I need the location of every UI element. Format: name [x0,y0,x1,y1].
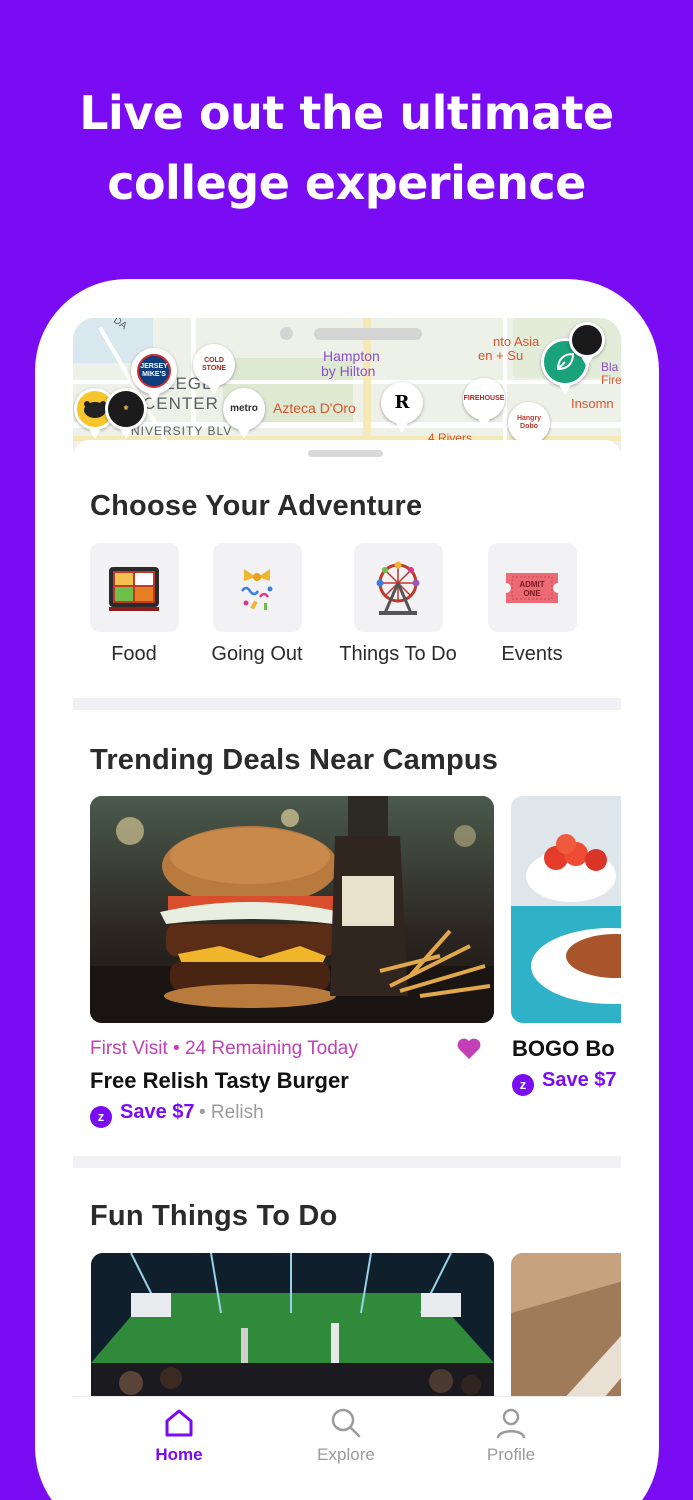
user-icon [496,1408,526,1439]
vendor-name: • Relish [198,1102,264,1123]
tab-label: Profile [486,1445,536,1464]
ferris-wheel-icon [376,561,420,615]
deal-title-2[interactable]: BOGO Bo [512,1036,615,1062]
map-label-bla: Bla [601,360,619,374]
adventure-title: Choose Your Adventure [90,490,423,522]
z-coin-icon: z [90,1105,112,1128]
map-pin-4-rivers[interactable]: R [381,382,423,433]
z-coin-icon: z [512,1073,534,1096]
fun-section: Fun Things To Do [73,1168,621,1413]
map-pin-metro[interactable]: metro [223,388,265,439]
fun-image-bowling[interactable] [511,1253,621,1413]
map-pin-cold-stone[interactable]: COLD STONE [193,344,235,395]
map-pin-cafe[interactable]: ⚜ [105,388,147,439]
fun-title: Fun Things To Do [90,1200,338,1232]
category-events[interactable]: ADMIT ONE Events [467,543,597,666]
headline: Live out the ultimate college experience [0,78,693,218]
heart-icon[interactable] [456,1038,482,1060]
home-icon [165,1409,193,1437]
deal-image-second[interactable] [511,796,621,1023]
category-things-to-do[interactable]: Things To Do [333,543,463,666]
map-label-asian: nto Asia [493,334,540,349]
speaker-bar [314,328,422,340]
trending-title: Trending Deals Near Campus [90,744,499,776]
deal-tag: First Visit • 24 Remaining Today [90,1038,358,1059]
svg-text:ONE: ONE [523,589,541,598]
map-label-su: en + Su [478,348,524,363]
category-going-out[interactable]: Going Out [192,543,322,666]
category-label: Events [501,643,563,665]
party-popper-icon [240,568,273,610]
map-label-hilton: by Hilton [321,363,376,379]
save-amount-2: Save $7 [542,1069,617,1091]
map-pin-hangry-dobo[interactable]: Hangry Dobo [508,402,550,453]
category-food[interactable]: Food [73,543,199,666]
search-icon [331,1408,361,1438]
tab-label: Home [155,1445,203,1464]
bento-box-icon [109,566,159,611]
adventure-section: Choose Your Adventure Food Going Out Thi… [73,440,621,698]
map-label-azteca: Azteca D'Oro [273,400,356,416]
trending-section: Trending Deals Near Campus First Visit •… [73,710,621,1156]
headline-line-1: Live out the ultimate [79,86,614,140]
map-label-insomnia: Insomn [571,396,614,411]
deal-savings-2: z Save $7 [512,1069,617,1096]
map-label-hampton: Hampton [323,348,380,364]
map-pin-dark[interactable] [569,322,605,367]
map-pin-firehouse[interactable]: FIREHOUSE [463,378,505,429]
deal-title[interactable]: Free Relish Tasty Burger [90,1068,349,1094]
fun-image-golf[interactable] [91,1253,494,1413]
svg-text:ADMIT: ADMIT [519,580,544,589]
category-label: Things To Do [339,643,457,665]
headline-line-2: college experience [107,156,586,210]
category-label: Going Out [211,643,303,665]
drag-handle[interactable] [308,450,383,457]
map-label-university: NIVERSITY BLV [131,424,233,438]
map-label-fire: Fire [601,373,621,387]
map-pin-jersey-mikes[interactable]: JERSEY MIKE'S [131,348,177,403]
save-amount: Save $7 [120,1101,195,1123]
campus-map[interactable]: DA Hampton by Hilton LEGE CENTER NIVERSI… [73,318,621,458]
camera-dot [280,327,293,340]
tab-label: Explore [317,1445,375,1464]
tab-bar: Home Explore Profile [73,1396,621,1500]
app-screen: DA Hampton by Hilton LEGE CENTER NIVERSI… [73,318,621,1500]
deal-image-burger[interactable] [90,796,494,1023]
tab-explore[interactable]: Explore [286,1407,406,1465]
category-label: Food [111,643,157,665]
tab-home[interactable]: Home [119,1407,239,1465]
ticket-icon: ADMIT ONE [506,572,558,603]
leaf-icon [556,352,575,371]
deal-savings: z Save $7 • Relish [90,1101,264,1128]
tab-profile[interactable]: Profile [451,1407,571,1465]
